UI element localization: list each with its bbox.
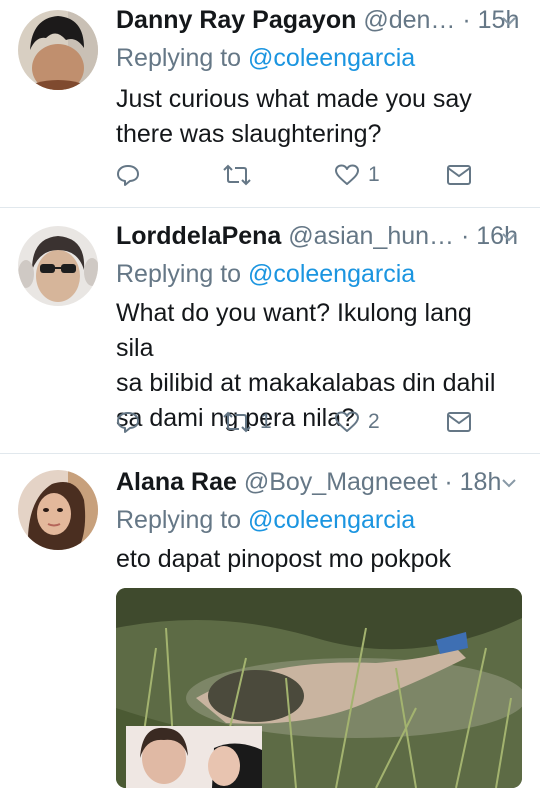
replying-label: Replying to (116, 506, 242, 534)
tweet-media-image[interactable] (116, 588, 522, 788)
chevron-down-icon[interactable] (498, 472, 520, 494)
avatar-image (18, 10, 98, 90)
reply-button[interactable] (116, 407, 140, 437)
text-line: Just curious what made you say (116, 85, 472, 113)
timestamp[interactable]: · 18h (444, 468, 501, 496)
mention-link[interactable]: @coleengarcia (248, 506, 415, 534)
chevron-down-icon[interactable] (498, 226, 520, 248)
mention-link[interactable]: @coleengarcia (248, 44, 415, 72)
display-name[interactable]: Alana Rae (116, 468, 237, 496)
heart-icon (335, 411, 359, 432)
tweet-actions: 1 2 (116, 407, 496, 437)
replying-label: Replying to (116, 44, 242, 72)
tweet-1[interactable]: Danny Ray Pagayon @den… · 15h Replying t… (0, 0, 540, 208)
tweet-header: Danny Ray Pagayon @den… · 15h (116, 6, 520, 40)
reply-icon (117, 165, 139, 186)
tweet-actions: 1 (116, 160, 496, 190)
avatar[interactable] (18, 226, 98, 306)
replying-to: Replying to @coleengarcia (116, 44, 415, 73)
envelope-icon (447, 165, 471, 185)
text-line: there was slaughtering? (116, 120, 382, 148)
retweet-icon (223, 411, 251, 433)
avatar-image (18, 226, 98, 306)
avatar[interactable] (18, 10, 98, 90)
reply-button[interactable] (116, 160, 140, 190)
heart-icon (335, 164, 359, 185)
avatar[interactable] (18, 470, 98, 550)
username[interactable]: @Boy_Magneeet (244, 468, 438, 496)
username[interactable]: @den… (363, 6, 455, 34)
reply-icon (117, 412, 139, 433)
dm-button[interactable] (446, 160, 472, 190)
envelope-icon (447, 412, 471, 432)
retweet-button[interactable]: 1 (222, 407, 272, 437)
tweet-text: Just curious what made you say there was… (116, 82, 516, 152)
text-line: eto dapat pinopost mo pokpok (116, 545, 451, 573)
tweet-text: eto dapat pinopost mo pokpok (116, 542, 516, 577)
replying-label: Replying to (116, 260, 242, 288)
text-line: sa bilibid at makakalabas din dahil (116, 369, 496, 397)
like-button[interactable]: 1 (334, 160, 380, 190)
chevron-down-icon[interactable] (498, 10, 520, 32)
avatar-image (18, 470, 98, 550)
retweet-icon (223, 164, 251, 186)
like-button[interactable]: 2 (334, 407, 380, 437)
retweet-button[interactable] (222, 160, 260, 190)
tweet-2[interactable]: LorddelaPena @asian_hun… · 16h Replying … (0, 208, 540, 454)
like-count: 2 (368, 410, 380, 433)
tweet-header: LorddelaPena @asian_hun… · 16h (116, 222, 520, 256)
tweet-header: Alana Rae @Boy_Magneeet · 18h (116, 468, 520, 502)
text-line: What do you want? Ikulong lang sila (116, 299, 472, 362)
like-count: 1 (368, 163, 380, 186)
display-name[interactable]: Danny Ray Pagayon (116, 6, 356, 34)
dm-button[interactable] (446, 407, 472, 437)
display-name[interactable]: LorddelaPena (116, 222, 281, 250)
mention-link[interactable]: @coleengarcia (248, 260, 415, 288)
media-photo (116, 588, 522, 788)
username[interactable]: @asian_hun… (288, 222, 454, 250)
replying-to: Replying to @coleengarcia (116, 506, 415, 535)
replying-to: Replying to @coleengarcia (116, 260, 415, 289)
retweet-count: 1 (260, 410, 272, 433)
